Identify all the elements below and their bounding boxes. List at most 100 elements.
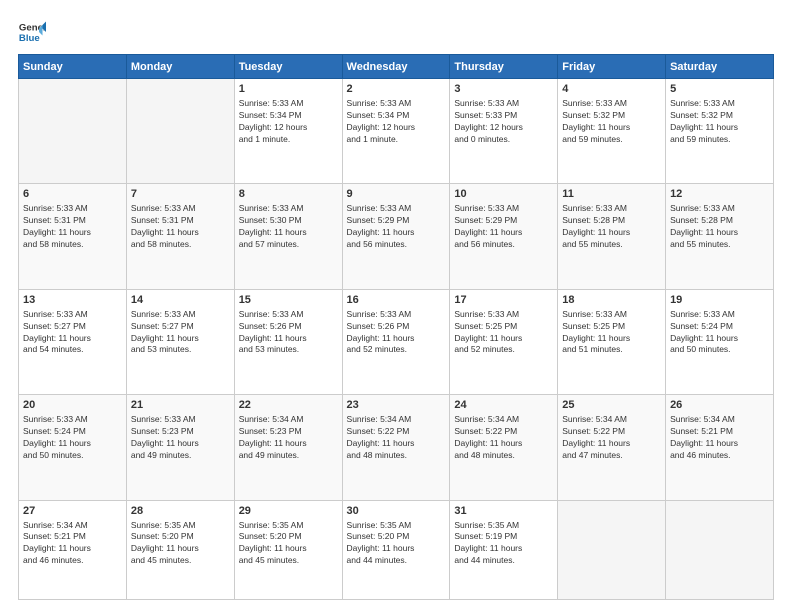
- calendar-cell: 28Sunrise: 5:35 AM Sunset: 5:20 PM Dayli…: [126, 500, 234, 599]
- day-info: Sunrise: 5:33 AM Sunset: 5:29 PM Dayligh…: [454, 203, 553, 251]
- weekday-header-saturday: Saturday: [666, 55, 774, 79]
- day-info: Sunrise: 5:33 AM Sunset: 5:24 PM Dayligh…: [23, 414, 122, 462]
- weekday-header-monday: Monday: [126, 55, 234, 79]
- day-number: 9: [347, 187, 446, 202]
- calendar-week-4: 20Sunrise: 5:33 AM Sunset: 5:24 PM Dayli…: [19, 395, 774, 500]
- day-number: 28: [131, 504, 230, 519]
- day-number: 27: [23, 504, 122, 519]
- calendar-cell: [126, 79, 234, 184]
- day-info: Sunrise: 5:33 AM Sunset: 5:32 PM Dayligh…: [562, 98, 661, 146]
- calendar-cell: 14Sunrise: 5:33 AM Sunset: 5:27 PM Dayli…: [126, 289, 234, 394]
- calendar-table: SundayMondayTuesdayWednesdayThursdayFrid…: [18, 54, 774, 600]
- day-number: 29: [239, 504, 338, 519]
- calendar-week-5: 27Sunrise: 5:34 AM Sunset: 5:21 PM Dayli…: [19, 500, 774, 599]
- day-info: Sunrise: 5:33 AM Sunset: 5:25 PM Dayligh…: [562, 309, 661, 357]
- day-number: 15: [239, 293, 338, 308]
- day-number: 3: [454, 82, 553, 97]
- day-info: Sunrise: 5:33 AM Sunset: 5:26 PM Dayligh…: [347, 309, 446, 357]
- calendar-cell: 15Sunrise: 5:33 AM Sunset: 5:26 PM Dayli…: [234, 289, 342, 394]
- day-info: Sunrise: 5:34 AM Sunset: 5:22 PM Dayligh…: [347, 414, 446, 462]
- day-info: Sunrise: 5:34 AM Sunset: 5:22 PM Dayligh…: [562, 414, 661, 462]
- calendar-cell: 20Sunrise: 5:33 AM Sunset: 5:24 PM Dayli…: [19, 395, 127, 500]
- day-number: 24: [454, 398, 553, 413]
- calendar-cell: 3Sunrise: 5:33 AM Sunset: 5:33 PM Daylig…: [450, 79, 558, 184]
- day-info: Sunrise: 5:35 AM Sunset: 5:20 PM Dayligh…: [347, 520, 446, 568]
- weekday-header-wednesday: Wednesday: [342, 55, 450, 79]
- calendar-cell: 26Sunrise: 5:34 AM Sunset: 5:21 PM Dayli…: [666, 395, 774, 500]
- weekday-header-thursday: Thursday: [450, 55, 558, 79]
- calendar-cell: [558, 500, 666, 599]
- calendar-cell: 4Sunrise: 5:33 AM Sunset: 5:32 PM Daylig…: [558, 79, 666, 184]
- day-number: 11: [562, 187, 661, 202]
- day-info: Sunrise: 5:33 AM Sunset: 5:31 PM Dayligh…: [23, 203, 122, 251]
- day-number: 20: [23, 398, 122, 413]
- calendar-cell: 10Sunrise: 5:33 AM Sunset: 5:29 PM Dayli…: [450, 184, 558, 289]
- calendar-week-2: 6Sunrise: 5:33 AM Sunset: 5:31 PM Daylig…: [19, 184, 774, 289]
- day-info: Sunrise: 5:33 AM Sunset: 5:33 PM Dayligh…: [454, 98, 553, 146]
- calendar-cell: [666, 500, 774, 599]
- day-number: 14: [131, 293, 230, 308]
- calendar-cell: 30Sunrise: 5:35 AM Sunset: 5:20 PM Dayli…: [342, 500, 450, 599]
- day-info: Sunrise: 5:33 AM Sunset: 5:26 PM Dayligh…: [239, 309, 338, 357]
- day-number: 30: [347, 504, 446, 519]
- day-number: 5: [670, 82, 769, 97]
- calendar-cell: 11Sunrise: 5:33 AM Sunset: 5:28 PM Dayli…: [558, 184, 666, 289]
- day-info: Sunrise: 5:33 AM Sunset: 5:24 PM Dayligh…: [670, 309, 769, 357]
- day-info: Sunrise: 5:34 AM Sunset: 5:23 PM Dayligh…: [239, 414, 338, 462]
- calendar-cell: 23Sunrise: 5:34 AM Sunset: 5:22 PM Dayli…: [342, 395, 450, 500]
- page: General Blue SundayMondayTuesdayWednesda…: [0, 0, 792, 612]
- weekday-row: SundayMondayTuesdayWednesdayThursdayFrid…: [19, 55, 774, 79]
- day-info: Sunrise: 5:33 AM Sunset: 5:27 PM Dayligh…: [23, 309, 122, 357]
- calendar-cell: 9Sunrise: 5:33 AM Sunset: 5:29 PM Daylig…: [342, 184, 450, 289]
- calendar-cell: 29Sunrise: 5:35 AM Sunset: 5:20 PM Dayli…: [234, 500, 342, 599]
- day-number: 13: [23, 293, 122, 308]
- calendar-cell: 8Sunrise: 5:33 AM Sunset: 5:30 PM Daylig…: [234, 184, 342, 289]
- day-info: Sunrise: 5:33 AM Sunset: 5:25 PM Dayligh…: [454, 309, 553, 357]
- logo-icon: General Blue: [18, 18, 46, 46]
- day-info: Sunrise: 5:34 AM Sunset: 5:21 PM Dayligh…: [670, 414, 769, 462]
- svg-text:Blue: Blue: [19, 33, 40, 44]
- day-info: Sunrise: 5:33 AM Sunset: 5:34 PM Dayligh…: [347, 98, 446, 146]
- day-info: Sunrise: 5:33 AM Sunset: 5:29 PM Dayligh…: [347, 203, 446, 251]
- calendar-cell: 7Sunrise: 5:33 AM Sunset: 5:31 PM Daylig…: [126, 184, 234, 289]
- day-number: 17: [454, 293, 553, 308]
- weekday-header-friday: Friday: [558, 55, 666, 79]
- calendar-cell: 31Sunrise: 5:35 AM Sunset: 5:19 PM Dayli…: [450, 500, 558, 599]
- day-number: 26: [670, 398, 769, 413]
- day-number: 1: [239, 82, 338, 97]
- header: General Blue: [18, 18, 774, 46]
- day-number: 22: [239, 398, 338, 413]
- calendar-cell: 22Sunrise: 5:34 AM Sunset: 5:23 PM Dayli…: [234, 395, 342, 500]
- calendar-week-1: 1Sunrise: 5:33 AM Sunset: 5:34 PM Daylig…: [19, 79, 774, 184]
- calendar-cell: 1Sunrise: 5:33 AM Sunset: 5:34 PM Daylig…: [234, 79, 342, 184]
- calendar-cell: 12Sunrise: 5:33 AM Sunset: 5:28 PM Dayli…: [666, 184, 774, 289]
- calendar-week-3: 13Sunrise: 5:33 AM Sunset: 5:27 PM Dayli…: [19, 289, 774, 394]
- day-number: 6: [23, 187, 122, 202]
- calendar-cell: 25Sunrise: 5:34 AM Sunset: 5:22 PM Dayli…: [558, 395, 666, 500]
- calendar-cell: [19, 79, 127, 184]
- day-number: 10: [454, 187, 553, 202]
- day-info: Sunrise: 5:33 AM Sunset: 5:31 PM Dayligh…: [131, 203, 230, 251]
- day-number: 7: [131, 187, 230, 202]
- calendar-cell: 19Sunrise: 5:33 AM Sunset: 5:24 PM Dayli…: [666, 289, 774, 394]
- logo: General Blue: [18, 18, 46, 46]
- day-number: 4: [562, 82, 661, 97]
- calendar-body: 1Sunrise: 5:33 AM Sunset: 5:34 PM Daylig…: [19, 79, 774, 600]
- calendar-cell: 13Sunrise: 5:33 AM Sunset: 5:27 PM Dayli…: [19, 289, 127, 394]
- day-number: 8: [239, 187, 338, 202]
- day-info: Sunrise: 5:35 AM Sunset: 5:20 PM Dayligh…: [239, 520, 338, 568]
- day-number: 12: [670, 187, 769, 202]
- calendar-cell: 6Sunrise: 5:33 AM Sunset: 5:31 PM Daylig…: [19, 184, 127, 289]
- day-info: Sunrise: 5:33 AM Sunset: 5:34 PM Dayligh…: [239, 98, 338, 146]
- day-number: 31: [454, 504, 553, 519]
- weekday-header-sunday: Sunday: [19, 55, 127, 79]
- calendar-cell: 17Sunrise: 5:33 AM Sunset: 5:25 PM Dayli…: [450, 289, 558, 394]
- day-info: Sunrise: 5:33 AM Sunset: 5:28 PM Dayligh…: [562, 203, 661, 251]
- calendar-cell: 16Sunrise: 5:33 AM Sunset: 5:26 PM Dayli…: [342, 289, 450, 394]
- calendar-cell: 24Sunrise: 5:34 AM Sunset: 5:22 PM Dayli…: [450, 395, 558, 500]
- calendar-cell: 18Sunrise: 5:33 AM Sunset: 5:25 PM Dayli…: [558, 289, 666, 394]
- day-number: 19: [670, 293, 769, 308]
- day-number: 18: [562, 293, 661, 308]
- calendar-cell: 2Sunrise: 5:33 AM Sunset: 5:34 PM Daylig…: [342, 79, 450, 184]
- calendar-cell: 27Sunrise: 5:34 AM Sunset: 5:21 PM Dayli…: [19, 500, 127, 599]
